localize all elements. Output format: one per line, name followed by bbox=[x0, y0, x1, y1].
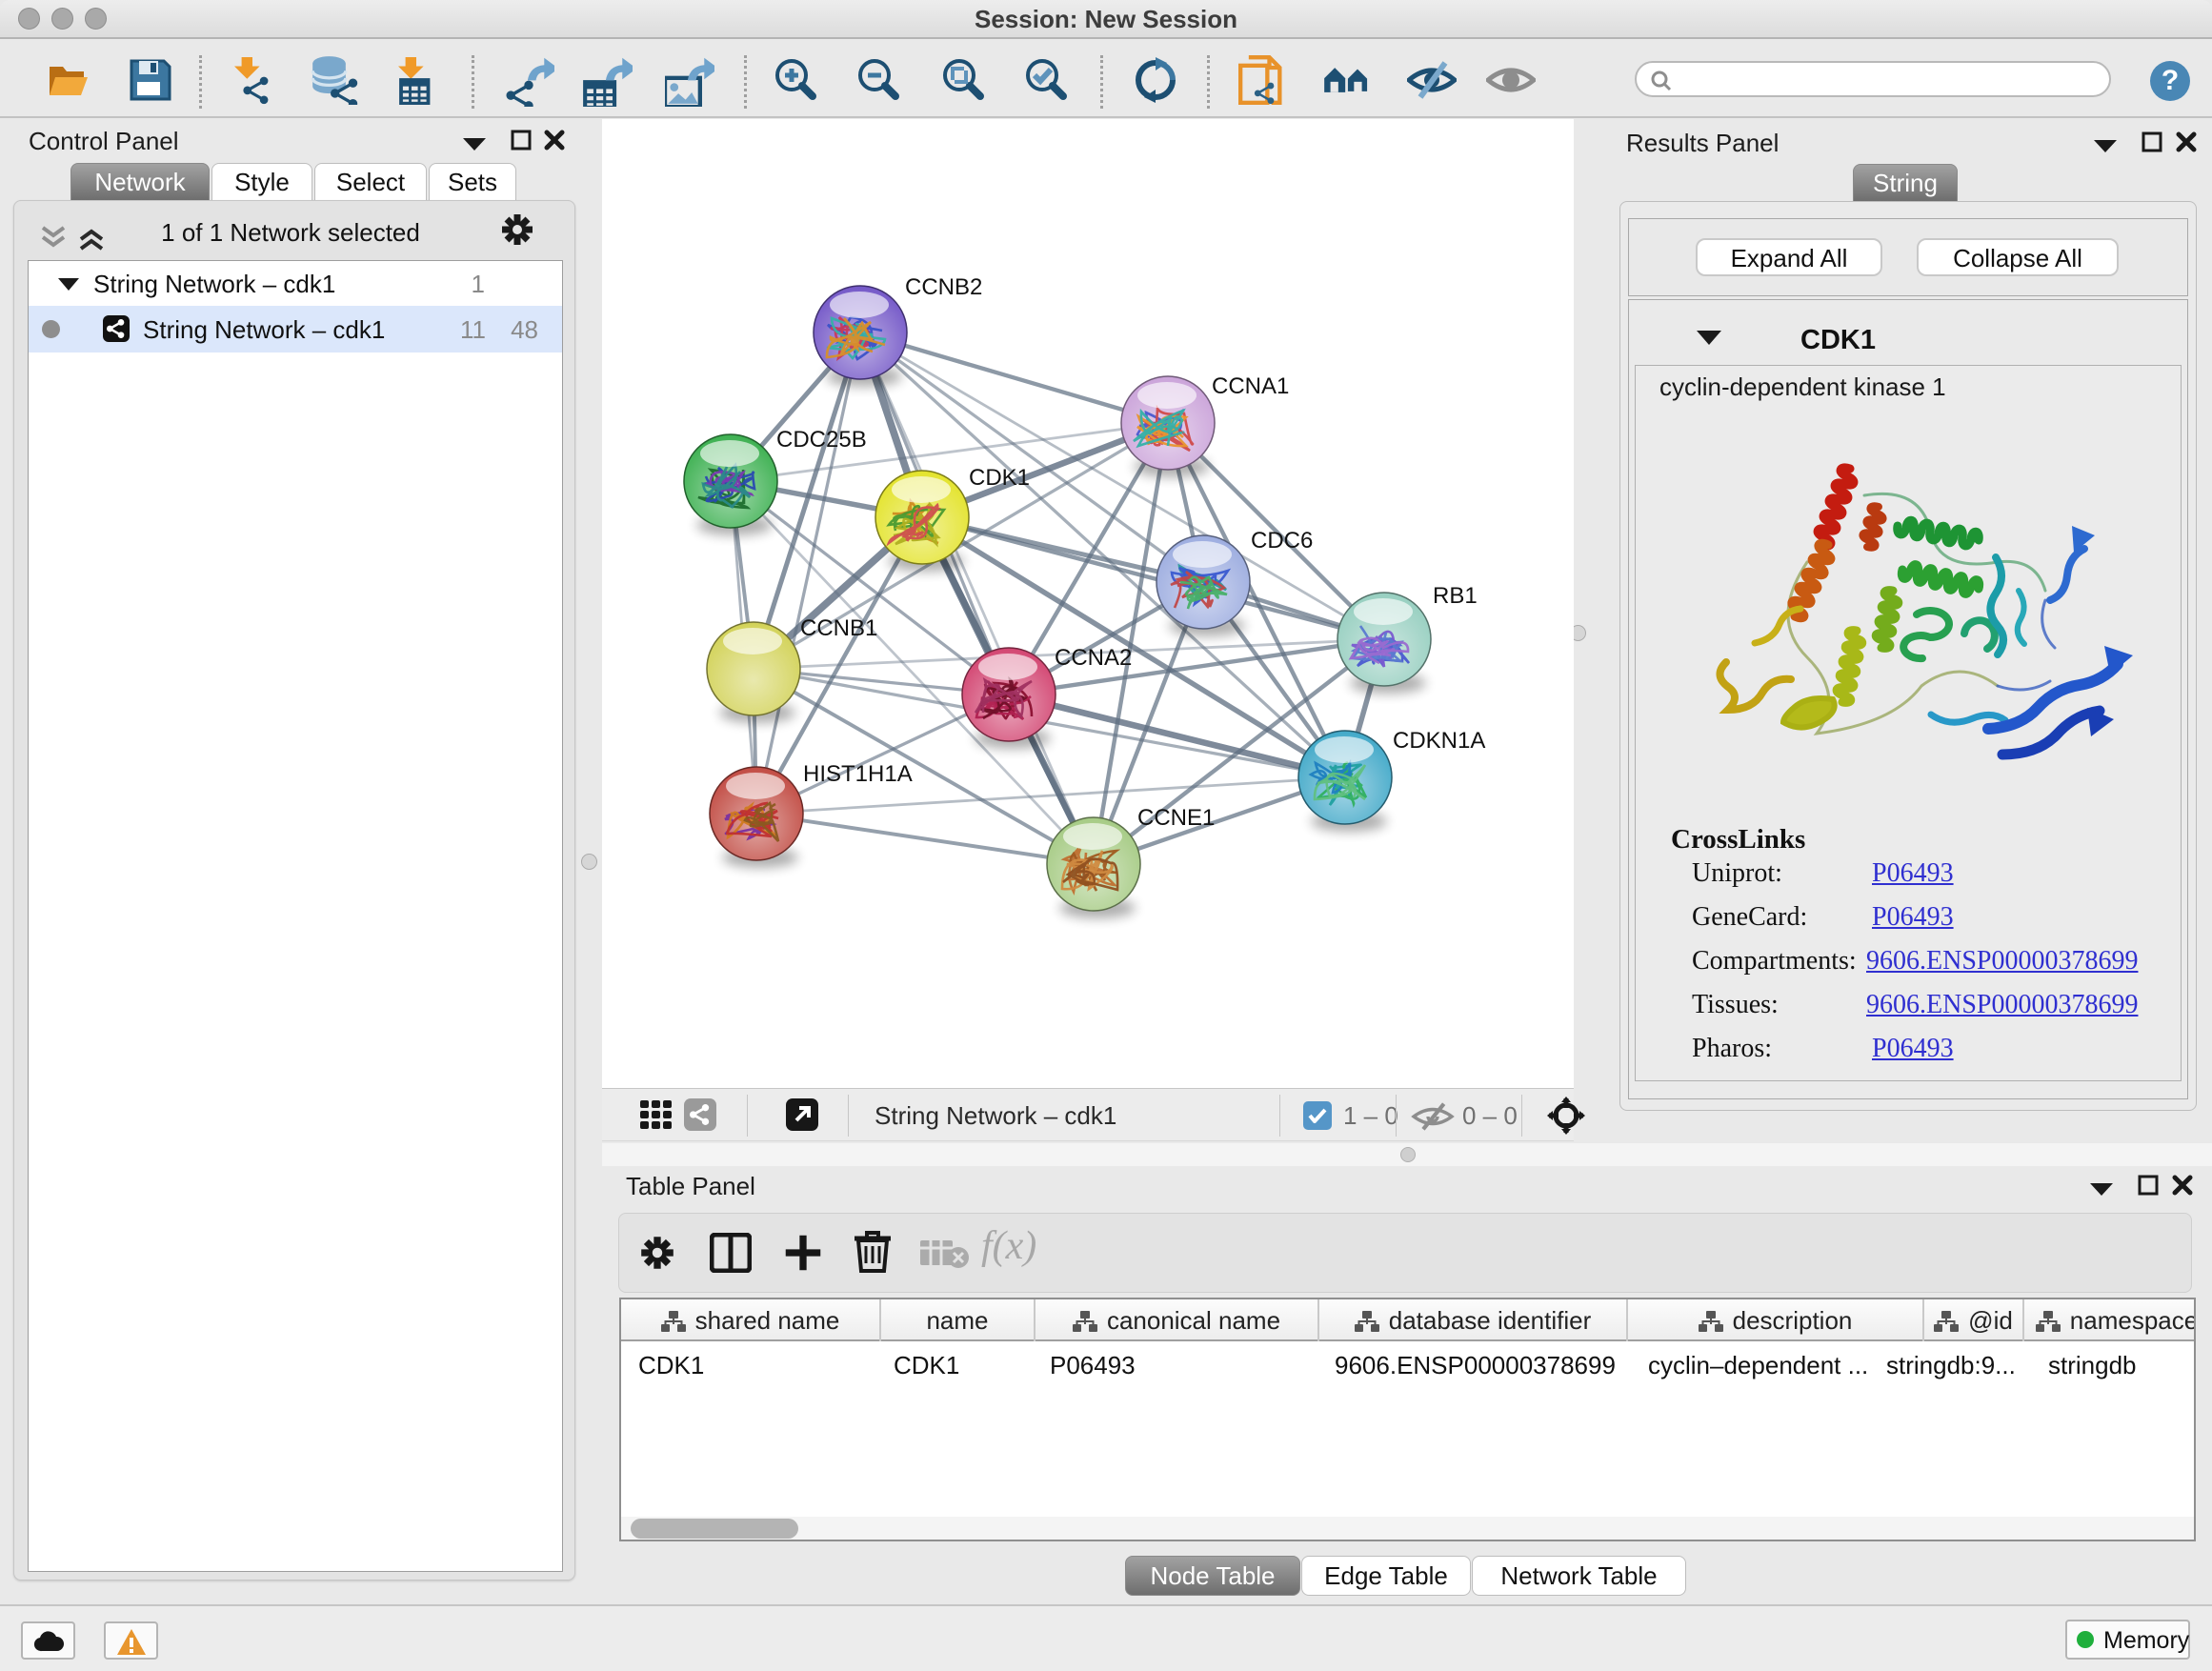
svg-text:CCNA2: CCNA2 bbox=[1055, 645, 1132, 671]
svg-text:CDKN1A: CDKN1A bbox=[1393, 728, 1485, 754]
svg-text:HIST1H1A: HIST1H1A bbox=[803, 761, 913, 787]
svg-text:CDC25B: CDC25B bbox=[776, 427, 867, 453]
svg-text:CDC6: CDC6 bbox=[1251, 528, 1313, 554]
svg-text:CDK1: CDK1 bbox=[969, 465, 1030, 491]
svg-text:CCNB1: CCNB1 bbox=[800, 615, 877, 641]
svg-text:CCNA1: CCNA1 bbox=[1212, 373, 1289, 399]
svg-text:CCNE1: CCNE1 bbox=[1137, 805, 1215, 831]
svg-text:CCNB2: CCNB2 bbox=[905, 274, 982, 300]
svg-text:RB1: RB1 bbox=[1433, 583, 1478, 609]
